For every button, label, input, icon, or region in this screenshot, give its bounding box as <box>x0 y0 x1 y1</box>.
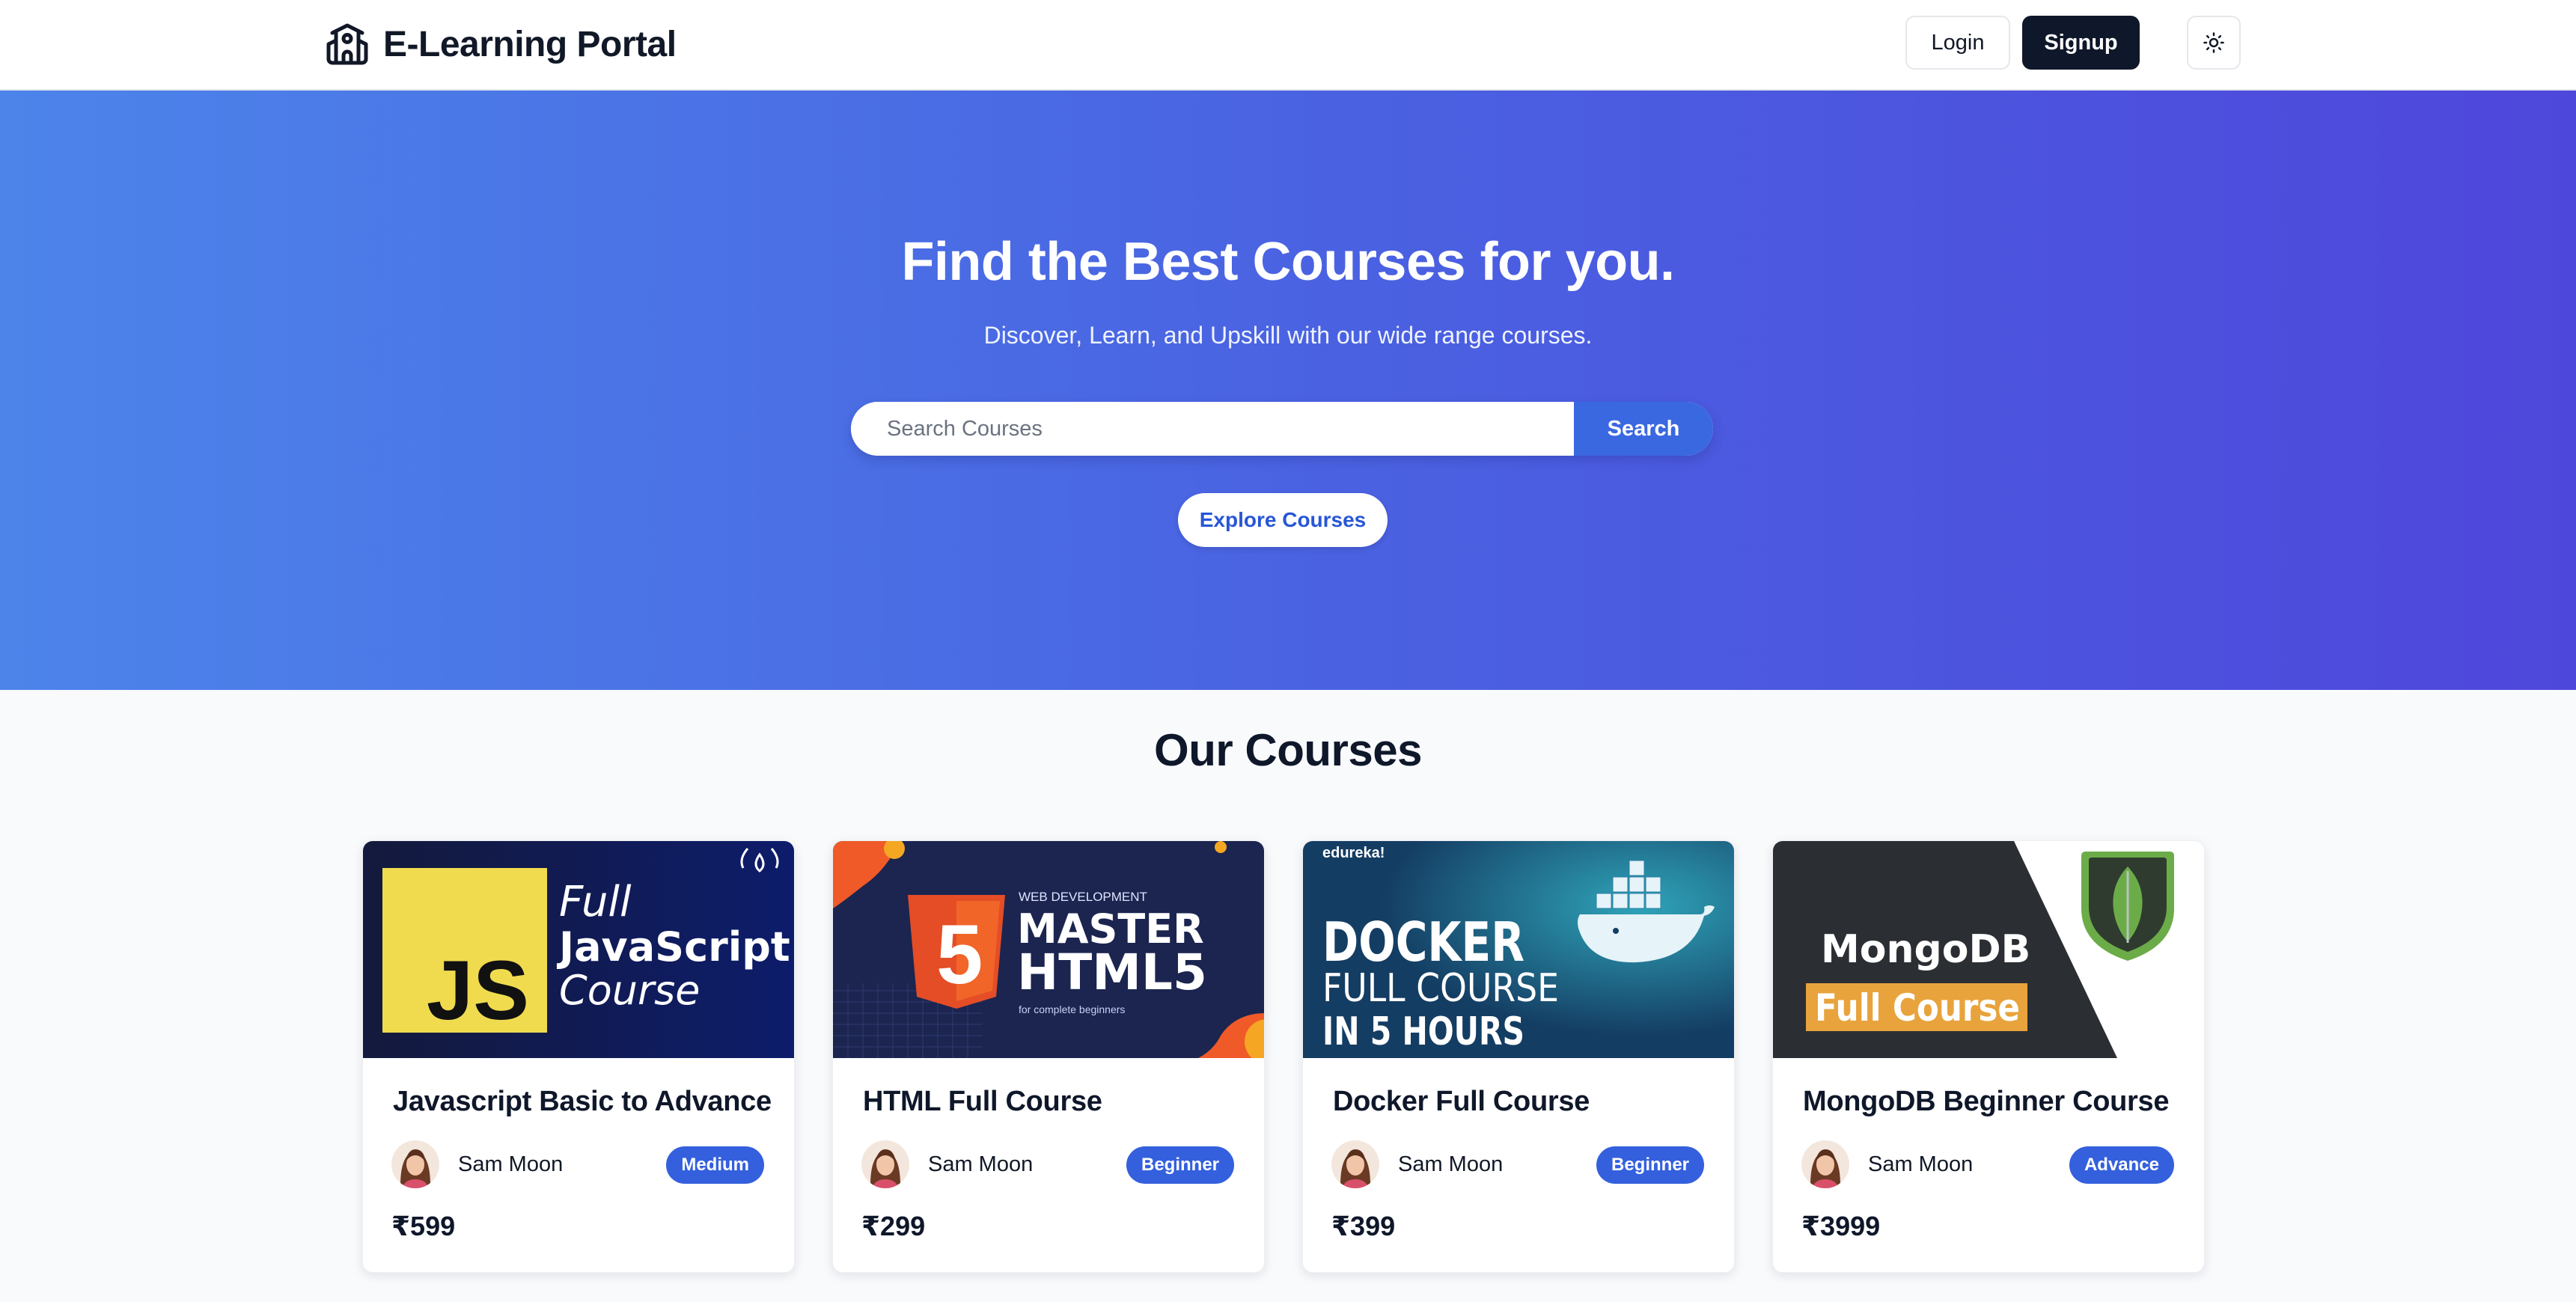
author-name: Sam Moon <box>458 1152 564 1176</box>
course-card[interactable]: MongoDB Full Course MongoDB Beginner Cou… <box>1772 840 2205 1273</box>
course-card[interactable]: edureka! DOCKER FULL COURSE IN 5 HOURS D… <box>1302 840 1735 1273</box>
level-badge: Beginner <box>1596 1146 1704 1184</box>
thumb-line: MongoDB <box>1821 927 2030 972</box>
level-badge: Beginner <box>1126 1146 1234 1184</box>
thumb-line: Full Course <box>1815 986 2020 1030</box>
hero-title: Find the Best Courses for you. <box>901 232 1675 292</box>
thumb-line: HTML5 <box>1017 944 1207 1001</box>
author-avatar <box>861 1140 909 1188</box>
top-navbar: E-Learning Portal Login Signup <box>0 0 2576 91</box>
signup-button[interactable]: Signup <box>2022 16 2140 70</box>
thumb-line: IN 5 HOURS <box>1322 1009 1524 1054</box>
thumb-line: DOCKER <box>1322 911 1524 974</box>
sun-icon <box>2203 32 2224 53</box>
school-building-icon <box>326 23 368 65</box>
thumb-line: Full <box>559 878 632 926</box>
js-logo-text: JS <box>427 944 529 1037</box>
author-avatar <box>1801 1140 1849 1188</box>
search-button[interactable]: Search <box>1574 402 1713 456</box>
course-card[interactable]: 5 WEB DEVELOPMENT MASTER HTML5 for compl… <box>832 840 1265 1273</box>
course-thumbnail: edureka! DOCKER FULL COURSE IN 5 HOURS <box>1303 841 1734 1058</box>
thumb-line: FULL COURSE <box>1322 966 1559 1011</box>
html5-logo-text: 5 <box>936 908 983 1001</box>
author-name: Sam Moon <box>1868 1152 1974 1176</box>
login-button[interactable]: Login <box>1905 16 2010 70</box>
course-title: Javascript Basic to Advance <box>393 1086 772 1117</box>
thumb-brand: edureka! <box>1322 845 1385 861</box>
thumb-small: for complete beginners <box>1019 1003 1125 1015</box>
course-card[interactable]: JS Full JavaScript Course Javascript Bas… <box>362 840 795 1273</box>
course-price: ₹399 <box>1331 1211 1396 1241</box>
thumb-line: JavaScript <box>556 923 790 971</box>
search-input[interactable] <box>851 402 1574 456</box>
search-bar: Search <box>851 402 1713 456</box>
author-avatar <box>1331 1140 1379 1188</box>
theme-toggle-button[interactable] <box>2187 16 2241 70</box>
course-title: Docker Full Course <box>1333 1086 1590 1117</box>
author-avatar <box>391 1140 439 1188</box>
level-badge: Medium <box>666 1146 764 1184</box>
course-title: MongoDB Beginner Course <box>1803 1086 2170 1117</box>
course-thumbnail: 5 WEB DEVELOPMENT MASTER HTML5 for compl… <box>833 841 1264 1058</box>
hero-subtitle: Discover, Learn, and Upskill with our wi… <box>983 322 1593 349</box>
course-price: ₹299 <box>861 1211 926 1241</box>
hero-section: Find the Best Courses for you. Discover,… <box>0 91 2576 690</box>
brand-title: E-Learning Portal <box>383 24 677 64</box>
thumb-kicker: WEB DEVELOPMENT <box>1019 890 1147 904</box>
brand[interactable]: E-Learning Portal <box>325 21 677 67</box>
course-thumbnail: MongoDB Full Course <box>1773 841 2204 1058</box>
section-title: Our Courses <box>1154 725 1422 775</box>
course-price: ₹599 <box>391 1211 456 1241</box>
thumb-line: Course <box>559 967 701 1014</box>
explore-courses-button[interactable]: Explore Courses <box>1178 493 1388 547</box>
author-name: Sam Moon <box>928 1152 1034 1176</box>
course-thumbnail: JS Full JavaScript Course <box>363 841 794 1058</box>
level-badge: Advance <box>2069 1146 2174 1184</box>
course-title: HTML Full Course <box>863 1086 1102 1117</box>
author-name: Sam Moon <box>1398 1152 1504 1176</box>
course-price: ₹3999 <box>1801 1211 1881 1241</box>
